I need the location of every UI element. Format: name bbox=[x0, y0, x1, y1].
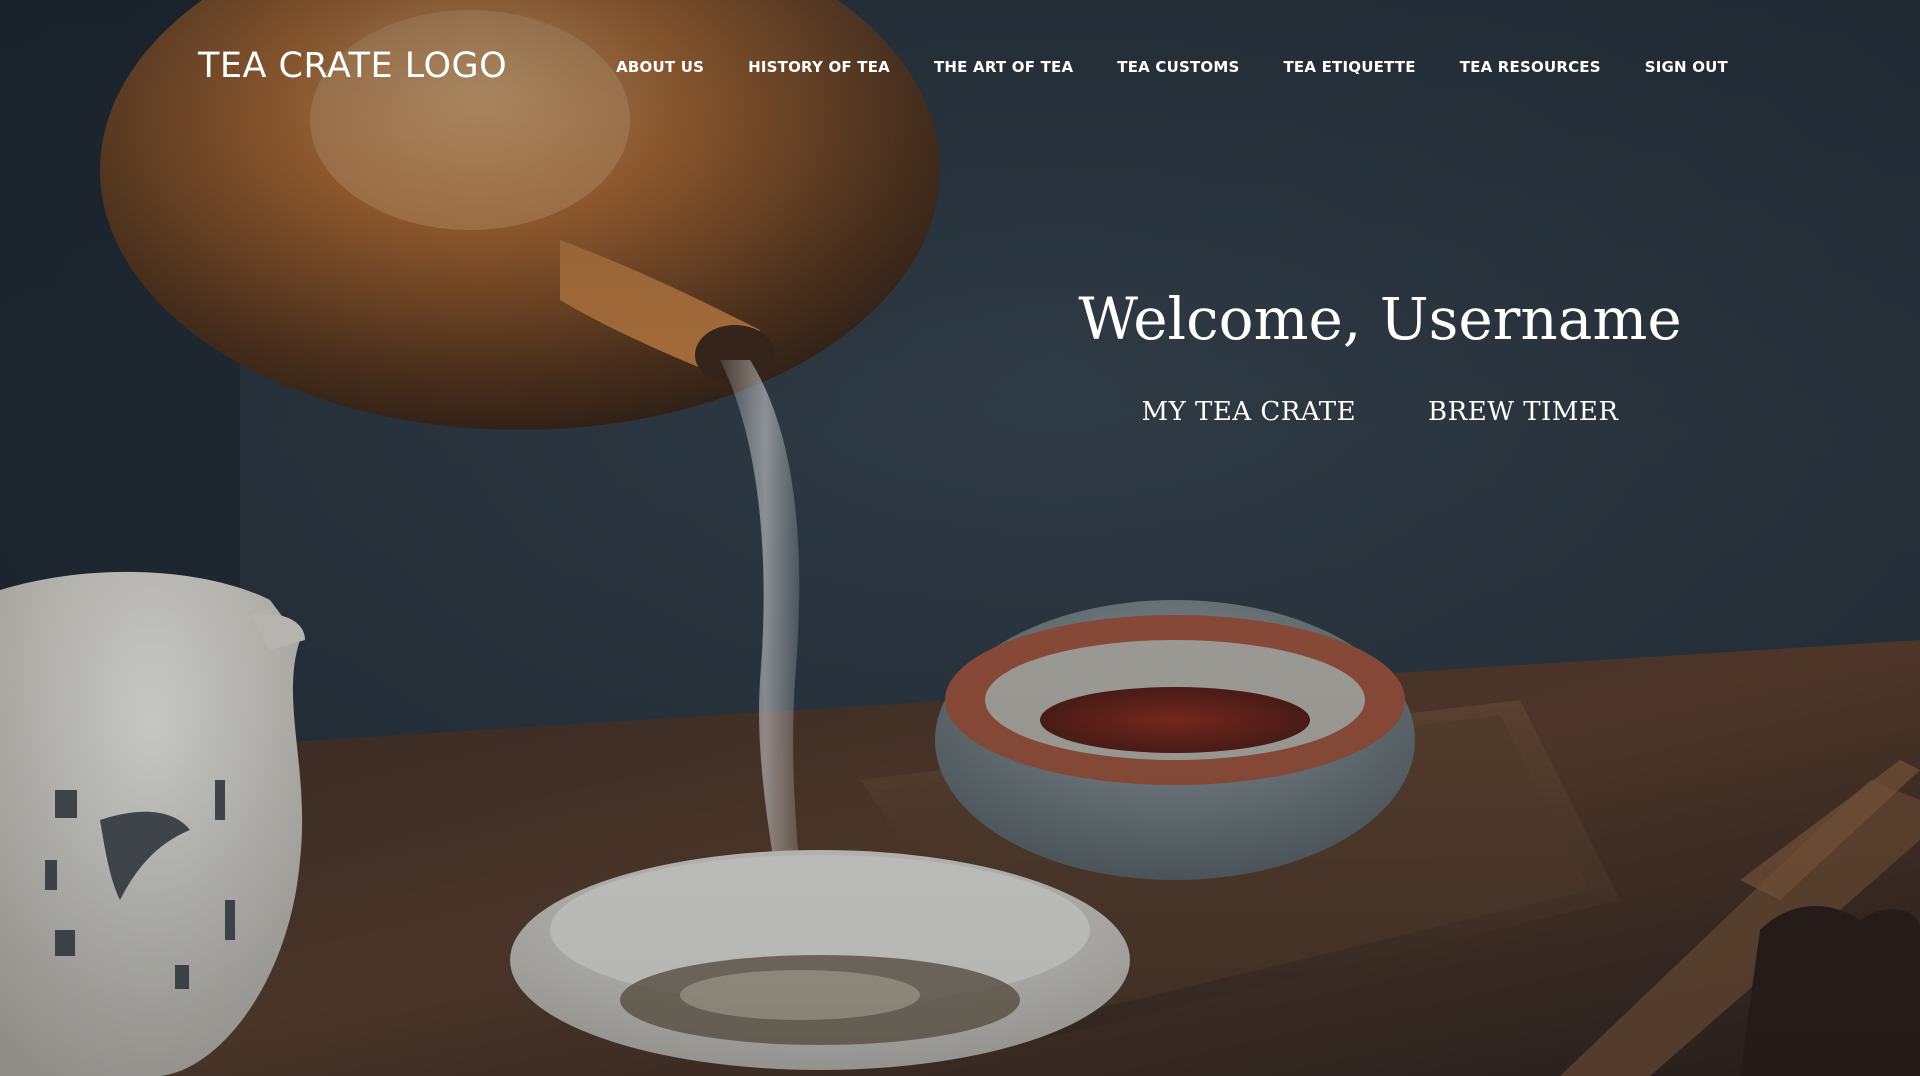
nav-item-history-of-tea[interactable]: HISTORY OF TEA bbox=[748, 58, 890, 76]
nav-item-art-of-tea[interactable]: THE ART OF TEA bbox=[934, 58, 1073, 76]
nav-item-sign-out[interactable]: SIGN OUT bbox=[1645, 58, 1728, 76]
nav-item-tea-etiquette[interactable]: TEA ETIQUETTE bbox=[1283, 58, 1415, 76]
nav-item-tea-customs[interactable]: TEA CUSTOMS bbox=[1117, 58, 1239, 76]
brew-timer-link[interactable]: BREW TIMER bbox=[1428, 397, 1618, 427]
hero-actions: MY TEA CRATE BREW TIMER bbox=[1070, 397, 1690, 427]
hero-background-image bbox=[0, 0, 1920, 1076]
my-tea-crate-link[interactable]: MY TEA CRATE bbox=[1141, 397, 1356, 427]
welcome-heading: Welcome, Username bbox=[1078, 285, 1682, 353]
nav-item-tea-resources[interactable]: TEA RESOURCES bbox=[1460, 58, 1601, 76]
main-navigation: ABOUT US HISTORY OF TEA THE ART OF TEA T… bbox=[616, 58, 1728, 76]
site-logo[interactable]: TEA CRATE LOGO bbox=[198, 46, 507, 86]
hero-section: Welcome, Username MY TEA CRATE BREW TIME… bbox=[1070, 285, 1690, 427]
page: TEA CRATE LOGO ABOUT US HISTORY OF TEA T… bbox=[0, 0, 1920, 1076]
nav-item-about-us[interactable]: ABOUT US bbox=[616, 58, 704, 76]
